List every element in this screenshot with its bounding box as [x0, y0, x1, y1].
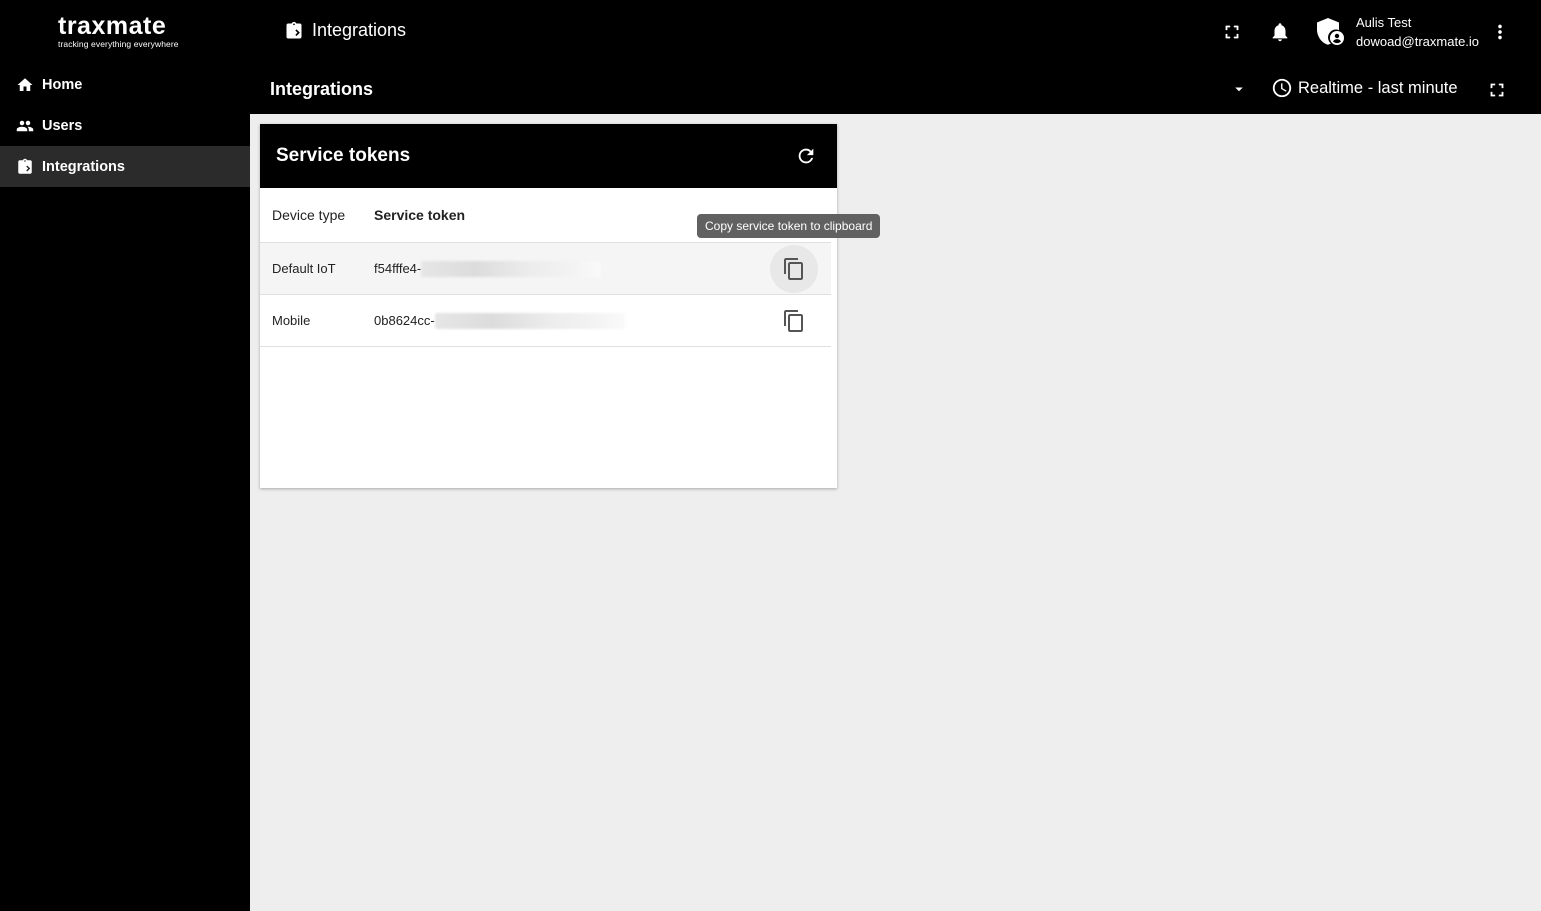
clock-icon [1271, 77, 1293, 99]
device-type-cell: Default IoT [272, 261, 336, 276]
user-name: Aulis Test [1356, 15, 1412, 30]
sidebar-item-label: Integrations [42, 158, 125, 175]
service-token-cell: f54fffe4- [374, 260, 602, 277]
column-header-service-token: Service token [374, 207, 466, 223]
sidebar-item-home[interactable]: Home [0, 64, 250, 105]
app-logo[interactable]: traxmate tracking everything everywhere [58, 12, 192, 52]
dropdown-arrow-icon[interactable] [1230, 80, 1248, 98]
sidebar: traxmate tracking everything everywhere … [0, 0, 250, 911]
breadcrumb-label: Integrations [312, 20, 407, 40]
notifications-bell-icon[interactable] [1268, 20, 1292, 44]
copy-icon [784, 257, 803, 280]
token-redacted [421, 260, 602, 277]
card-title: Service tokens [276, 145, 411, 166]
user-email: dowoad@traxmate.io [1356, 34, 1480, 49]
more-vert-icon[interactable] [1488, 20, 1512, 44]
integrations-icon [16, 158, 34, 176]
fullscreen-icon[interactable] [1486, 79, 1508, 101]
token-redacted [434, 312, 625, 329]
card-header: Service tokens [260, 124, 837, 188]
admin-shield-icon[interactable] [1314, 16, 1346, 48]
table-row: Mobile 0b8624cc- [260, 295, 831, 347]
users-icon [16, 117, 34, 135]
integrations-icon [284, 21, 304, 41]
breadcrumb: Integrations [284, 20, 406, 41]
sidebar-item-users[interactable]: Users [0, 105, 250, 146]
copy-icon [784, 309, 803, 332]
home-icon [16, 76, 34, 94]
sub-header: Integrations Realtime - last minute [250, 64, 1541, 114]
service-token-cell: 0b8624cc- [374, 312, 625, 329]
table-row: Default IoT f54fffe4- [260, 243, 831, 295]
time-range-label: Realtime - last minute [1298, 78, 1458, 97]
copy-tooltip: Copy service token to clipboard [697, 214, 881, 238]
sidebar-nav: Home Users Integrations [0, 64, 250, 187]
top-bar: Integrations Aulis Test dowoad@traxmate.… [250, 0, 1541, 64]
logo-tagline: tracking everything everywhere [58, 39, 179, 49]
service-tokens-card: Service tokens Device type Service token… [260, 124, 837, 488]
page-title: Integrations [270, 79, 374, 99]
device-type-cell: Mobile [272, 313, 311, 328]
service-tokens-table: Device type Service token Default IoT f5… [260, 188, 831, 347]
user-info[interactable]: Aulis Test dowoad@traxmate.io [1356, 13, 1479, 51]
copy-token-button[interactable] [770, 244, 818, 293]
main-content: Service tokens Device type Service token… [250, 114, 1541, 911]
refresh-icon[interactable] [795, 145, 817, 167]
fullscreen-icon[interactable] [1220, 20, 1244, 44]
logo-wordmark: traxmate [58, 12, 167, 40]
sidebar-item-label: Home [42, 76, 83, 93]
time-range-selector[interactable]: Realtime - last minute [1271, 77, 1458, 99]
token-prefix: 0b8624cc- [374, 313, 435, 328]
sidebar-item-integrations[interactable]: Integrations [0, 146, 250, 187]
sidebar-item-label: Users [42, 117, 83, 134]
copy-token-button[interactable] [770, 297, 818, 345]
token-prefix: f54fffe4- [374, 261, 422, 276]
column-header-device-type: Device type [272, 207, 346, 223]
